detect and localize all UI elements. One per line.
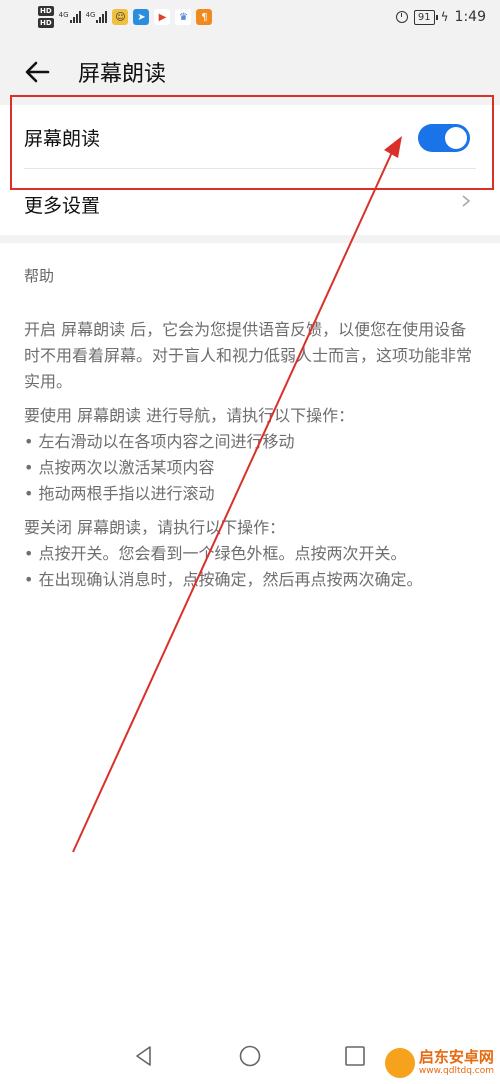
help-disable-item: • 点按开关。您会看到一个绿色外框。点按两次开关。 [24,544,407,563]
app-header: 屏幕朗读 [0,42,500,102]
help-navigation-item: • 拖动两根手指以进行滚动 [24,484,215,503]
watermark-url: www.qdltdq.com [418,1066,494,1076]
signal-icon-2: 4G [86,11,108,23]
more-settings-row[interactable]: 更多设置 [0,169,500,233]
more-settings-label: 更多设置 [24,195,101,217]
alarm-icon [395,11,408,23]
help-navigation-item: • 左右滑动以在各项内容之间进行移动 [24,432,295,451]
watermark: 启东安卓网 www.qdltdq.com [384,1048,494,1078]
watermark-logo-icon [384,1048,415,1078]
status-time: 1:49 [454,9,486,25]
help-heading: 帮助 [24,267,55,285]
nav-back-icon[interactable] [132,1044,156,1068]
cat-app-icon: ☺ [112,9,129,25]
status-icons-left: HD HD 4G 4G ☺ ➤ ▶ ♛ ¶ [38,6,213,28]
watermark-name: 启东安卓网 [418,1048,494,1066]
help-section: 帮助 开启 屏幕朗读 后，它会为您提供语音反馈，以便您在使用设备时不用看着屏幕。… [0,243,500,1084]
screen-reader-label: 屏幕朗读 [24,128,101,150]
play-app-icon: ▶ [154,9,171,25]
help-disable-title: 要关闭 屏幕朗读，请执行以下操作： [24,518,286,537]
screen-reader-toggle[interactable] [418,124,470,152]
help-intro-paragraph: 开启 屏幕朗读 后，它会为您提供语音反馈，以便您在使用设备时不用看着屏幕。对于盲… [24,320,473,391]
battery-icon: 91 [413,9,438,25]
network-type-1: 4G [58,11,69,19]
charging-icon: ϟ [440,10,449,24]
back-arrow-icon[interactable] [22,56,54,88]
toggle-knob [445,127,467,149]
screen-reader-row[interactable]: 屏幕朗读 [0,105,500,169]
settings-card: 屏幕朗读 更多设置 [0,105,500,235]
help-navigation-item: • 点按两次以激活某项内容 [24,458,215,477]
nav-recent-icon[interactable] [343,1044,367,1068]
network-type-2: 4G [85,11,96,19]
signal-icon-1: 4G [59,11,81,23]
hd-badge-1: HD [38,6,54,16]
send-app-icon: ➤ [133,9,150,25]
page-title: 屏幕朗读 [78,62,167,87]
help-navigation-title: 要使用 屏幕朗读 进行导航，请执行以下操作： [24,406,355,425]
chevron-right-icon [462,195,471,207]
status-bar: HD HD 4G 4G ☺ ➤ ▶ ♛ ¶ 91 ϟ 1:49 [0,0,500,40]
status-icons-right: 91 ϟ 1:49 [395,9,486,25]
help-disable-item: • 在出现确认消息时，点按确定，然后再点按两次确定。 [24,570,423,589]
help-body: 开启 屏幕朗读 后，它会为您提供语音反馈，以便您在使用设备时不用看着屏幕。对于盲… [24,317,476,599]
hd-badge-2: HD [38,18,54,28]
nav-home-icon[interactable] [238,1044,262,1068]
store-app-icon: ♛ [175,9,192,25]
bulb-app-icon: ¶ [196,9,213,25]
